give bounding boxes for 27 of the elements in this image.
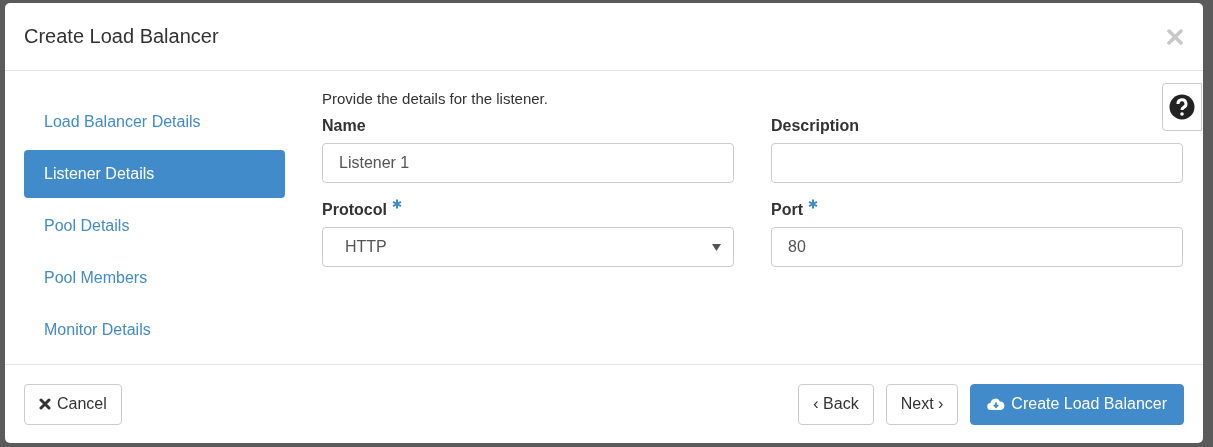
step-tab[interactable]: Load Balancer Details	[24, 98, 285, 146]
asterisk-icon	[391, 199, 402, 209]
asterisk-icon	[808, 199, 818, 209]
back-button[interactable]: ‹ Back	[798, 383, 874, 425]
close-icon	[39, 398, 51, 410]
step-tab[interactable]: Pool Details	[24, 202, 285, 250]
cloud-download-icon	[987, 397, 1006, 411]
help-button[interactable]	[1162, 83, 1202, 131]
protocol-dropdown[interactable]: HTTP	[322, 227, 734, 267]
field-label: Protocol	[322, 201, 387, 219]
close-icon[interactable]	[1167, 28, 1183, 45]
next-button[interactable]: Next ›	[885, 383, 959, 425]
input-field[interactable]: 80	[771, 227, 1183, 267]
dialog-title: Create Load Balancer	[24, 25, 219, 48]
step-tab[interactable]: Listener Details	[24, 150, 285, 198]
field-label: Description	[771, 117, 859, 135]
input-field[interactable]: Listener 1	[322, 143, 734, 183]
field-label: Name	[322, 117, 366, 135]
caret-icon	[712, 243, 721, 251]
step-tab[interactable]: Monitor Details	[24, 306, 285, 354]
create-button[interactable]: Create Load Balancer	[970, 383, 1184, 425]
step-tab[interactable]: Pool Members	[24, 254, 285, 302]
intro-text: Provide the details for the listener.	[322, 90, 549, 107]
cancel-button[interactable]: Cancel	[24, 383, 122, 425]
help-icon	[1169, 94, 1195, 120]
field-label: Port	[771, 201, 803, 219]
input-field[interactable]	[771, 143, 1183, 183]
